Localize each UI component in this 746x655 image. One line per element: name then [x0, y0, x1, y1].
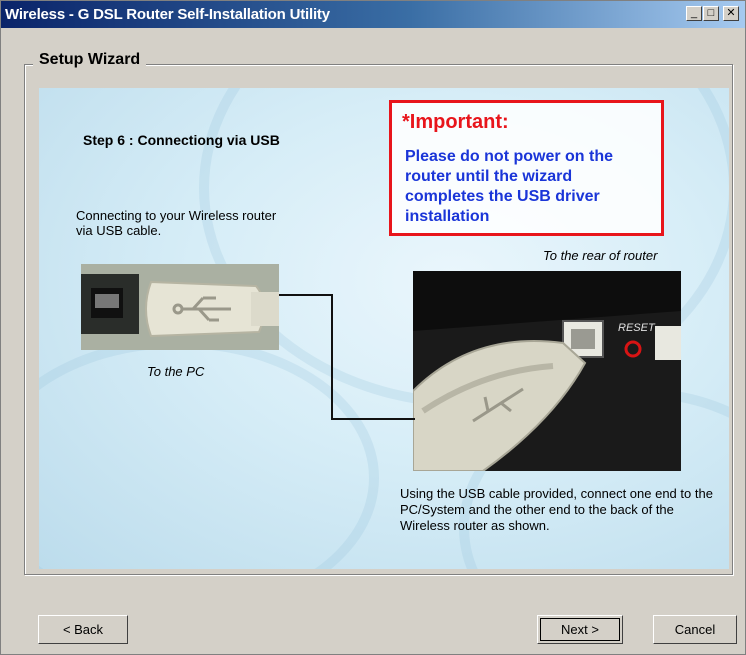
- step-title: Step 6 : Connectiong via USB: [83, 132, 280, 148]
- cable-line: [331, 418, 415, 420]
- cable-line: [331, 294, 333, 420]
- next-button[interactable]: Next >: [537, 615, 623, 644]
- close-icon: ✕: [726, 7, 736, 19]
- wizard-window: Wireless - G DSL Router Self-Installatio…: [0, 0, 746, 655]
- close-button[interactable]: ✕: [723, 6, 739, 21]
- minimize-button[interactable]: _: [686, 6, 702, 21]
- maximize-icon: □: [707, 7, 715, 19]
- router-rear-photo: RESET: [413, 271, 681, 471]
- usb-plug-photo: [81, 264, 279, 350]
- minimize-icon: _: [690, 7, 698, 19]
- important-notice: *Important: Please do not power on the r…: [389, 100, 664, 236]
- window-title: Wireless - G DSL Router Self-Installatio…: [5, 6, 330, 23]
- instruction-panel: Step 6 : Connectiong via USB *Important:…: [39, 88, 729, 569]
- caption-to-pc: To the PC: [147, 364, 205, 379]
- cancel-button[interactable]: Cancel: [653, 615, 737, 644]
- reset-label: RESET: [618, 322, 656, 334]
- important-message: Please do not power on the router until …: [405, 148, 614, 225]
- connect-description: Connecting to your Wireless router via U…: [76, 208, 277, 238]
- back-button[interactable]: < Back: [38, 615, 128, 644]
- title-bar[interactable]: Wireless - G DSL Router Self-Installatio…: [1, 1, 745, 28]
- important-title: *Important:: [402, 111, 509, 133]
- maximize-button[interactable]: □: [703, 6, 719, 21]
- caption-to-router: To the rear of router: [543, 248, 658, 263]
- usage-instructions: Using the USB cable provided, connect on…: [400, 486, 713, 533]
- cable-line: [279, 294, 333, 296]
- group-label: Setup Wizard: [33, 51, 147, 69]
